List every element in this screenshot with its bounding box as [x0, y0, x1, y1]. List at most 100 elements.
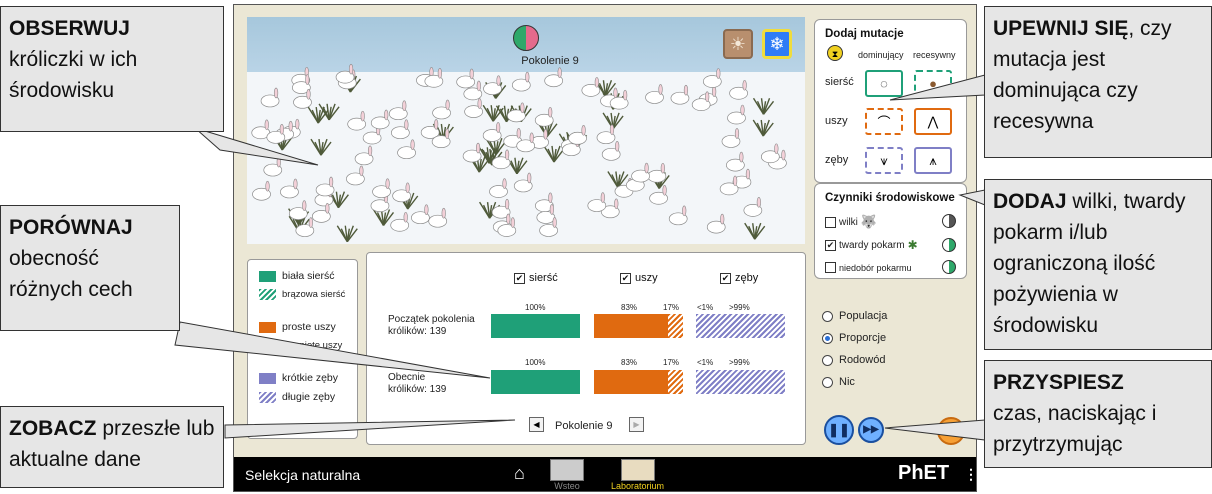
plant-icon: ✱ — [907, 238, 918, 252]
legend-straight-ears: proste uszy — [259, 321, 336, 333]
home-icon[interactable]: ⌂ — [514, 463, 525, 484]
tough-food-checkbox[interactable]: ✔ — [825, 239, 836, 251]
legend-label: klapnięte uszy — [282, 340, 343, 351]
radio-button[interactable] — [822, 332, 833, 344]
callout-bold: DODAJ — [993, 190, 1067, 213]
teeth-short-percent: <1% — [697, 303, 714, 312]
legend-brown-fur: brązowa sierść — [259, 289, 345, 300]
ears-trait-toggle[interactable]: ✔ uszy — [620, 272, 658, 284]
trait-legend: biała sierść brązowa sierść proste uszy … — [247, 259, 358, 439]
ears-straight-percent: 83% — [621, 358, 638, 367]
summer-environment-button[interactable]: ☀ — [723, 29, 753, 59]
fur-row-label: sierść — [825, 76, 854, 88]
floppy-ears-swatch — [259, 340, 276, 351]
legend-label: biała sierść — [282, 270, 335, 282]
limited-food-factor[interactable]: niedobór pokarmu — [825, 262, 912, 273]
wolf-icon: 🐺 — [860, 214, 878, 229]
radio-button[interactable] — [822, 354, 833, 366]
legend-white-fur: biała sierść — [259, 270, 335, 282]
limited-food-timer-icon — [942, 260, 956, 274]
teeth-long-percent: >99% — [729, 358, 750, 367]
fast-forward-button[interactable]: ▶▶ — [858, 417, 884, 443]
callout-bold: OBSERWUJ — [9, 17, 130, 40]
tough-food-factor[interactable]: ✔ twardy pokarm ✱ — [825, 238, 918, 252]
menu-icon[interactable]: ⋮ — [964, 466, 978, 483]
teeth-short-percent: <1% — [697, 358, 714, 367]
snowflake-icon: ❄ — [769, 33, 785, 54]
wolves-factor[interactable]: wilki 🐺 — [825, 214, 877, 230]
callout-compare: PORÓWNAJ obecność różnych cech — [0, 205, 180, 331]
white-fur-icon: ◌ — [880, 76, 888, 91]
current-label: Obecnie królików: 139 — [388, 372, 446, 396]
fur-white-percent: 100% — [525, 303, 546, 312]
dominant-header: dominujący — [858, 50, 904, 60]
radio-button[interactable] — [822, 376, 833, 388]
short-teeth-swatch — [259, 372, 276, 384]
fur-checkbox[interactable]: ✔ — [514, 272, 525, 284]
row-title: Początek pokolenia — [388, 314, 475, 325]
teeth-trait-label: zęby — [735, 272, 759, 284]
proportions-chart: ✔ sierść ✔ uszy ✔ zęby Początek pokolenia kr… — [366, 252, 806, 445]
ears-recessive-button[interactable]: ⋀ — [914, 108, 952, 135]
row-title: Obecnie — [388, 372, 426, 383]
limited-food-checkbox[interactable] — [825, 262, 836, 273]
fur-white-bar — [491, 314, 580, 338]
phet-logo[interactable]: PhET — [898, 462, 949, 485]
previous-generation-button[interactable]: ◀ — [529, 417, 544, 432]
teeth-dominant-button[interactable]: ⩛ — [865, 147, 903, 174]
fur-trait-toggle[interactable]: ✔ sierść — [514, 272, 558, 284]
wolves-label: wilki — [839, 216, 858, 228]
limited-food-label: niedobór pokarmu — [839, 262, 912, 273]
white-fur-swatch — [259, 270, 276, 282]
fur-white-bar — [491, 370, 580, 394]
ears-straight-bar — [594, 314, 668, 338]
brown-fur-icon: ● — [929, 76, 937, 91]
screen-tab-intro[interactable]: Wsteo — [550, 459, 584, 491]
radio-label: Proporcje — [839, 332, 887, 344]
view-option-none[interactable]: Nic — [822, 371, 887, 393]
radio-label: Nic — [839, 376, 855, 388]
ears-floppy-bar — [668, 314, 683, 338]
fur-recessive-button[interactable]: ● — [914, 70, 952, 97]
view-option-population[interactable]: Populacja — [822, 305, 887, 327]
legend-floppy-ears: klapnięte uszy — [259, 340, 342, 351]
rabbit — [335, 63, 355, 84]
fur-dominant-button[interactable]: ◌ — [865, 70, 903, 97]
ears-checkbox[interactable]: ✔ — [620, 272, 631, 284]
sun-icon: ☀ — [729, 33, 747, 54]
left-arrow-icon: ◀ — [533, 420, 540, 429]
intro-thumbnail — [550, 459, 584, 481]
row-count: królików: 139 — [388, 326, 447, 337]
generation-clock-icon — [513, 25, 539, 51]
view-option-proportions[interactable]: Proporcje — [822, 327, 887, 349]
row-count: królików: 139 — [388, 384, 447, 395]
start-of-generation-label: Początek pokolenia królików: 139 — [388, 314, 475, 338]
rabbit — [702, 68, 722, 88]
radio-button[interactable] — [822, 310, 833, 322]
callout-bold: ZOBACZ — [9, 417, 97, 440]
view-option-pedigree[interactable]: Rodowód — [822, 349, 887, 371]
winter-environment-button[interactable]: ❄ — [762, 29, 792, 59]
teeth-checkbox[interactable]: ✔ — [720, 272, 731, 284]
reset-all-button[interactable]: ↻ — [937, 417, 965, 445]
callout-view: ZOBACZ przeszłe lub aktualne dane — [0, 406, 224, 488]
callout-text: króliczki w ich środowisku — [9, 48, 138, 102]
long-teeth-swatch — [259, 391, 276, 403]
fur-trait-label: sierść — [529, 272, 558, 284]
legend-label: długie zęby — [282, 391, 336, 403]
wolves-checkbox[interactable] — [825, 216, 836, 228]
callout-add: DODAJ wilki, twardy pokarm i/lub ogranic… — [984, 179, 1212, 350]
view-selector: Populacja Proporcje Rodowód Nic — [822, 305, 887, 393]
rabbit — [456, 68, 476, 89]
pause-button[interactable]: ❚❚ — [824, 415, 854, 445]
teeth-long-percent: >99% — [729, 303, 750, 312]
ears-floppy-percent: 17% — [663, 358, 680, 367]
ears-dominant-button[interactable]: ⌒ — [865, 108, 903, 135]
next-generation-button[interactable]: ▶ — [629, 417, 644, 432]
teeth-recessive-button[interactable]: ⩚ — [914, 147, 952, 174]
fur-white-percent: 100% — [525, 358, 546, 367]
teeth-trait-toggle[interactable]: ✔ zęby — [720, 272, 758, 284]
screen-tab-lab[interactable]: Laboratorium — [611, 459, 664, 491]
lab-thumbnail — [620, 459, 655, 481]
legend-label: brązowa sierść — [282, 289, 346, 300]
